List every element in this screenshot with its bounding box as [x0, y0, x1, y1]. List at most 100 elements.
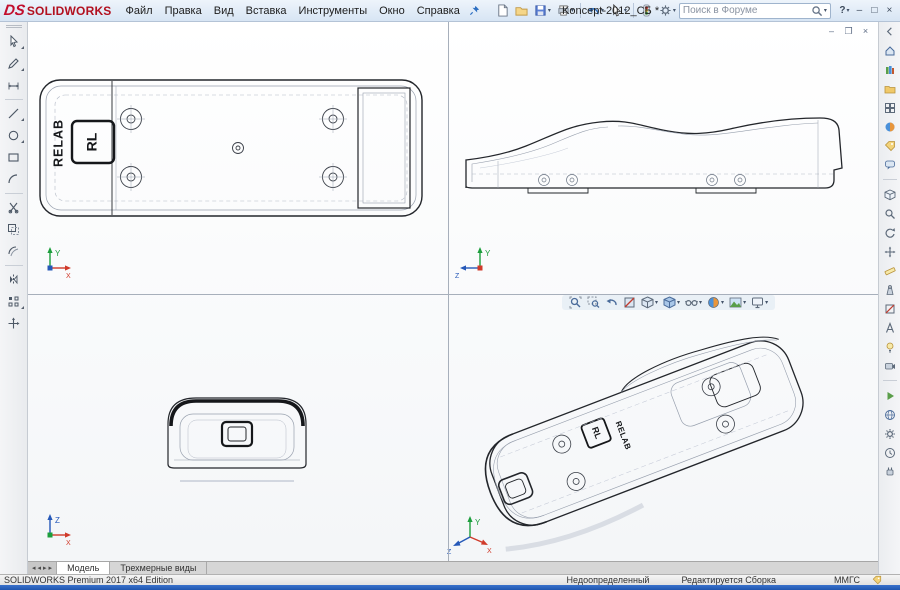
menu-edit[interactable]: Правка	[159, 2, 208, 20]
apply-scene-icon[interactable]: ▾	[728, 296, 747, 309]
tab-scroll-first-icon[interactable]: ◂	[32, 564, 36, 572]
save-button[interactable]: ▾	[531, 1, 554, 21]
toolbar-separator	[5, 265, 23, 266]
viewport-splitter-vertical[interactable]	[448, 22, 449, 561]
line-icon[interactable]	[3, 105, 25, 122]
top-view-model[interactable]: RL RELAB	[40, 80, 422, 216]
triad-y-label: Y	[485, 249, 491, 258]
open-button[interactable]	[512, 1, 531, 21]
search-input[interactable]	[683, 5, 811, 16]
display-style-icon[interactable]: ▾	[662, 296, 681, 309]
viewport-minimize-icon[interactable]: –	[825, 25, 838, 37]
solidworks-resources-icon[interactable]	[881, 43, 899, 58]
previous-view-icon[interactable]	[604, 296, 619, 309]
rotate-view-icon[interactable]	[881, 225, 899, 240]
tab-scroll-right-icon[interactable]: ▸	[43, 564, 47, 572]
tab-3d-views-label: Трехмерные виды	[120, 563, 196, 573]
graphics-area[interactable]: RL RELAB	[28, 22, 878, 561]
offset-entities-icon[interactable]	[3, 243, 25, 260]
dropdown-caret-icon: ▾	[699, 299, 702, 306]
forum-icon[interactable]	[881, 157, 899, 172]
trim-entities-icon[interactable]	[3, 199, 25, 216]
select-arrow-icon[interactable]	[3, 33, 25, 50]
sketch-pencil-icon[interactable]	[3, 55, 25, 72]
mirror-entities-icon[interactable]	[3, 271, 25, 288]
new-document-button[interactable]	[493, 1, 512, 21]
settings-gear-icon[interactable]	[881, 426, 899, 441]
triad-side-view: Y Z	[455, 247, 491, 280]
view-palette-icon[interactable]	[881, 100, 899, 115]
help-button[interactable]: ? ▾	[837, 2, 852, 20]
rectangle-icon[interactable]	[3, 149, 25, 166]
triad-front-view: Z X	[47, 514, 71, 547]
zoom-icon[interactable]	[881, 206, 899, 221]
view-settings-icon[interactable]: ▾	[750, 296, 769, 309]
clock-icon[interactable]	[881, 445, 899, 460]
annotations-icon[interactable]	[881, 320, 899, 335]
model-tabs-bar: ◂ ◂ ▸ ▸ Модель Трехмерные виды	[28, 561, 878, 574]
options-button[interactable]: ▾	[656, 1, 679, 21]
plugin-icon[interactable]	[881, 464, 899, 479]
menu-view[interactable]: Вид	[208, 2, 240, 20]
viewport-close-icon[interactable]: ×	[859, 25, 872, 37]
toolbar-handle[interactable]	[6, 25, 22, 28]
triad-x-label: X	[66, 273, 71, 280]
standard-views-icon[interactable]	[881, 187, 899, 202]
menu-help[interactable]: Справка	[411, 2, 466, 20]
arc-icon[interactable]	[3, 171, 25, 188]
linear-pattern-icon[interactable]	[3, 293, 25, 310]
zoom-area-icon[interactable]	[586, 296, 601, 309]
pan-icon[interactable]	[881, 244, 899, 259]
window-controls: ? ▾ – □ ×	[837, 2, 897, 20]
tab-3d-views[interactable]: Трехмерные виды	[110, 562, 207, 574]
smart-dimension-icon[interactable]	[3, 77, 25, 94]
view-orientation-icon[interactable]: ▾	[640, 296, 659, 309]
search-icon[interactable]	[811, 5, 823, 17]
tab-scroll-last-icon[interactable]: ▸	[49, 564, 53, 572]
menu-window[interactable]: Окно	[373, 2, 411, 20]
solidworks-logo-text: SOLIDWORKS	[27, 4, 112, 18]
heads-up-view-toolbar: ▾ ▾ ▾ ▾ ▾ ▾	[562, 295, 775, 310]
isometric-view-model[interactable]: RL RELAB	[464, 320, 820, 559]
mass-properties-icon[interactable]	[881, 282, 899, 297]
custom-properties-icon[interactable]	[881, 138, 899, 153]
convert-entities-icon[interactable]	[3, 221, 25, 238]
section-view-icon[interactable]	[622, 296, 637, 309]
camera-icon[interactable]	[881, 358, 899, 373]
tags-icon[interactable]	[872, 575, 882, 585]
tab-scroll-left-icon[interactable]: ◂	[38, 564, 42, 572]
task-pane-collapse-icon[interactable]	[881, 24, 899, 39]
tab-model-label: Модель	[67, 563, 99, 573]
tab-model[interactable]: Модель	[57, 562, 110, 574]
front-view-model[interactable]	[168, 398, 306, 481]
search-caret-icon[interactable]: ▾	[824, 7, 827, 14]
viewport-restore-icon[interactable]: ❐	[842, 25, 855, 37]
solidworks-logo: DS SOLIDWORKS	[4, 2, 112, 19]
maximize-button[interactable]: □	[867, 2, 882, 20]
globe-icon[interactable]	[881, 407, 899, 422]
dropdown-caret-icon: ▾	[673, 7, 676, 14]
appearances-scenes-icon[interactable]	[881, 119, 899, 134]
pin-menu-icon[interactable]	[466, 1, 483, 21]
move-entities-icon[interactable]	[3, 315, 25, 332]
triad-z-label: Z	[455, 273, 460, 280]
lights-icon[interactable]	[881, 339, 899, 354]
hide-show-items-icon[interactable]: ▾	[684, 296, 703, 309]
file-explorer-icon[interactable]	[881, 81, 899, 96]
close-button[interactable]: ×	[882, 2, 897, 20]
triad-isometric-view: Y X Z	[447, 516, 492, 556]
edit-appearance-icon[interactable]: ▾	[706, 296, 725, 309]
menu-insert[interactable]: Вставка	[240, 2, 293, 20]
minimize-button[interactable]: –	[852, 2, 867, 20]
measure-icon[interactable]	[881, 263, 899, 278]
motion-study-icon[interactable]	[881, 388, 899, 403]
side-view-model[interactable]	[466, 118, 842, 193]
zoom-fit-icon[interactable]	[568, 296, 583, 309]
menu-file[interactable]: Файл	[120, 2, 159, 20]
menu-tools[interactable]: Инструменты	[293, 2, 374, 20]
units-selector[interactable]: ММГС	[834, 575, 860, 585]
section-tool-icon[interactable]	[881, 301, 899, 316]
circle-icon[interactable]	[3, 127, 25, 144]
toolbar-separator	[883, 380, 897, 381]
design-library-icon[interactable]	[881, 62, 899, 77]
